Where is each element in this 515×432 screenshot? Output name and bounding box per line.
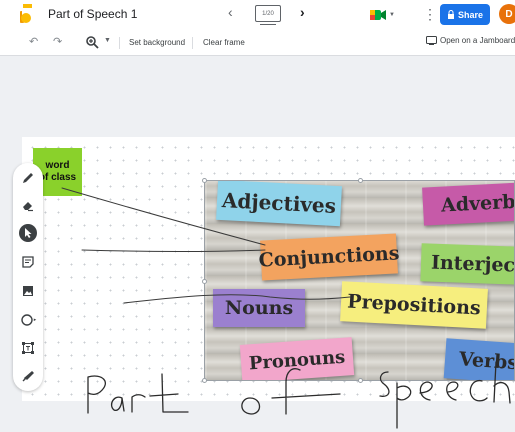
card-label: Nouns (224, 297, 294, 319)
card-prepositions: Prepositions (340, 281, 488, 329)
parts-of-speech-image[interactable]: Adjectives Adverbs Conjunctions Interjec… (204, 180, 515, 381)
drawing-tools-panel: ▸ (13, 163, 43, 391)
share-label: Share (457, 9, 483, 20)
toolbar-divider (192, 37, 193, 49)
card-label: Adverbs (440, 190, 515, 217)
image-icon (23, 286, 33, 296)
meet-icon (370, 9, 386, 20)
sticky-note-icon (22, 256, 34, 268)
eraser-icon (23, 202, 33, 212)
card-pronouns: Pronouns (239, 337, 355, 380)
chevron-right-icon: ▸ (33, 317, 37, 323)
pen-tool-button[interactable] (19, 169, 37, 187)
card-adjectives: Adjectives (216, 181, 342, 227)
resize-handle[interactable] (202, 378, 207, 383)
open-in-app-icon (426, 36, 437, 45)
resize-handle[interactable] (358, 378, 363, 383)
shape-tool-button[interactable]: ▸ (19, 311, 37, 329)
card-label: Conjunctions (258, 242, 400, 272)
redo-button[interactable]: ↷ (53, 35, 62, 48)
meet-button[interactable]: ▼ (369, 6, 397, 23)
resize-handle[interactable] (358, 178, 363, 183)
lock-icon (447, 10, 454, 19)
open-on-jamboard-button[interactable]: Open on a Jamboard (426, 36, 515, 45)
top-bar: Part of Speech 1 ‹ 1/20 › ▼ ⋮ Share D (0, 0, 515, 30)
laser-icon (22, 371, 34, 382)
card-conjunctions: Conjunctions (258, 233, 400, 281)
text-box-icon (22, 342, 34, 354)
circle-icon (21, 314, 33, 326)
open-on-jamboard-label: Open on a Jamboard (440, 36, 515, 45)
resize-handle[interactable] (202, 279, 207, 284)
jamboard-logo-icon (20, 4, 32, 23)
frame-counter-button[interactable]: 1/20 (255, 5, 281, 25)
undo-button[interactable]: ↶ (29, 35, 38, 48)
select-icon (25, 228, 32, 238)
card-label: Adjectives (221, 188, 337, 218)
zoom-dropdown-caret-icon[interactable]: ▼ (104, 37, 111, 44)
chevron-down-icon: ▼ (389, 11, 395, 18)
toolbar-divider (119, 37, 120, 49)
sticky-note-tool-button[interactable] (19, 253, 37, 271)
zoom-icon[interactable] (85, 35, 99, 49)
card-nouns: Nouns (213, 289, 305, 327)
document-title[interactable]: Part of Speech 1 (48, 7, 137, 21)
eraser-tool-button[interactable] (19, 196, 37, 214)
laser-tool-button[interactable] (19, 367, 37, 385)
share-button[interactable]: Share (440, 4, 490, 25)
card-label: Prepositions (346, 290, 482, 320)
set-background-button[interactable]: Set background (129, 38, 185, 47)
card-label: Pronouns (248, 346, 346, 374)
pen-icon (23, 173, 33, 183)
add-image-tool-button[interactable] (19, 282, 37, 300)
select-tool-button[interactable] (19, 224, 37, 242)
previous-frame-button[interactable]: ‹ (228, 4, 233, 20)
next-frame-button[interactable]: › (300, 4, 305, 20)
card-label: Verbs (458, 348, 515, 375)
avatar[interactable]: D (499, 4, 515, 24)
card-verbs: Verbs (443, 338, 515, 380)
resize-handle[interactable] (202, 178, 207, 183)
card-label: Interject (430, 251, 515, 277)
text-box-tool-button[interactable] (19, 339, 37, 357)
toolbar: ↶ ↷ ▼ Set background Clear frame Open on… (0, 30, 515, 56)
card-interject: Interject (420, 243, 515, 285)
clear-frame-button[interactable]: Clear frame (203, 38, 245, 47)
card-adverbs: Adverbs (422, 182, 515, 226)
more-options-icon[interactable]: ⋮ (423, 6, 437, 23)
